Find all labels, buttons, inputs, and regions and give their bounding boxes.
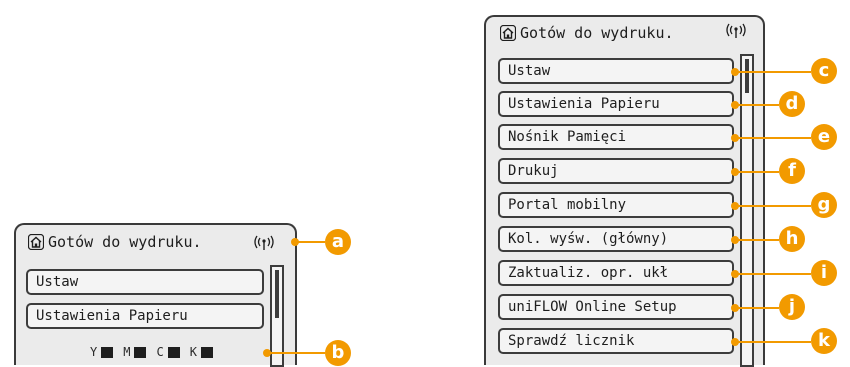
wireless-signal-icon [254, 235, 274, 250]
status-bar: Gotów do wydruku. [500, 24, 674, 42]
callout-badge-i: i [811, 260, 837, 286]
callout-badge-c: c [811, 58, 837, 84]
menu-item-label: Nośnik Pamięci [508, 129, 627, 145]
status-text: Gotów do wydruku. [48, 233, 202, 251]
callout-badge-d: d [779, 91, 805, 117]
callout-badge-h: h [779, 226, 805, 252]
callout-badge-e: e [811, 124, 837, 150]
status-bar: Gotów do wydruku. [28, 233, 202, 251]
menu-item-label: Kol. wyśw. (główny) [508, 231, 669, 247]
home-icon[interactable] [28, 234, 44, 250]
menu-item-label: uniFLOW Online Setup [508, 299, 677, 315]
menu-item-label: Zaktualiz. opr. ukł [508, 265, 669, 281]
toner-level-m [134, 346, 147, 358]
small-lcd-panel: Gotów do wydruku. Ustaw Ustawienia Papie… [14, 223, 297, 367]
callout-line-k [735, 341, 811, 343]
callout-badge-g: g [811, 192, 837, 218]
home-icon[interactable] [500, 25, 516, 41]
menu-item-ustawienia-papieru[interactable]: Ustawienia Papieru [498, 91, 734, 117]
menu-item-label: Ustawienia Papieru [36, 308, 188, 324]
callout-badge-f: f [779, 158, 805, 184]
menu-item-zaktualiz[interactable]: Zaktualiz. opr. ukł [498, 260, 734, 286]
menu-item-label: Portal mobilny [508, 197, 627, 213]
large-lcd-panel: Gotów do wydruku. Ustaw Ustawienia Papie… [484, 15, 765, 367]
callout-line-e [735, 137, 811, 139]
callout-line-i [735, 273, 811, 275]
menu-item-ustaw[interactable]: Ustaw [26, 269, 264, 295]
callout-badge-b: b [325, 340, 351, 366]
callout-line-f [735, 171, 779, 173]
toner-level-k [200, 346, 213, 358]
toner-label-c: C [156, 345, 164, 359]
menu-item-label: Sprawdź licznik [508, 333, 635, 349]
menu-item-sprawdz-licznik[interactable]: Sprawdź licznik [498, 328, 734, 354]
callout-badge-a: a [325, 229, 351, 255]
callout-line-a [295, 241, 325, 243]
callout-line-d [735, 104, 779, 106]
menu-item-label: Ustawienia Papieru [508, 96, 660, 112]
toner-label-k: K [189, 345, 197, 359]
status-text: Gotów do wydruku. [520, 24, 674, 42]
menu-item-label: Ustaw [508, 63, 551, 79]
menu-item-ustaw[interactable]: Ustaw [498, 58, 734, 84]
toner-level-c [167, 346, 180, 358]
callout-line-g [735, 205, 811, 207]
toner-label-y: Y [90, 345, 98, 359]
callout-badge-j: j [779, 294, 805, 320]
menu-item-ustawienia-papieru[interactable]: Ustawienia Papieru [26, 303, 264, 329]
toner-label-m: M [123, 345, 131, 359]
callout-line-j [735, 307, 779, 309]
toner-indicators: Y M C K [90, 345, 219, 359]
scrollbar-thumb[interactable] [745, 59, 749, 93]
callout-line-h [735, 239, 779, 241]
menu-item-kol-wysw[interactable]: Kol. wyśw. (główny) [498, 226, 734, 252]
menu-item-nosnik-pamieci[interactable]: Nośnik Pamięci [498, 124, 734, 150]
menu-item-label: Ustaw [36, 274, 79, 290]
menu-item-drukuj[interactable]: Drukuj [498, 158, 734, 184]
toner-level-y [101, 346, 114, 358]
menu-item-portal-mobilny[interactable]: Portal mobilny [498, 192, 734, 218]
callout-line-b [267, 352, 325, 354]
wireless-signal-icon [726, 23, 746, 38]
menu-item-label: Drukuj [508, 163, 559, 179]
menu-item-uniflow[interactable]: uniFLOW Online Setup [498, 294, 734, 320]
scrollbar-thumb[interactable] [275, 270, 279, 318]
scrollbar[interactable] [740, 54, 754, 367]
callout-badge-k: k [811, 328, 837, 354]
callout-line-c [735, 71, 811, 73]
